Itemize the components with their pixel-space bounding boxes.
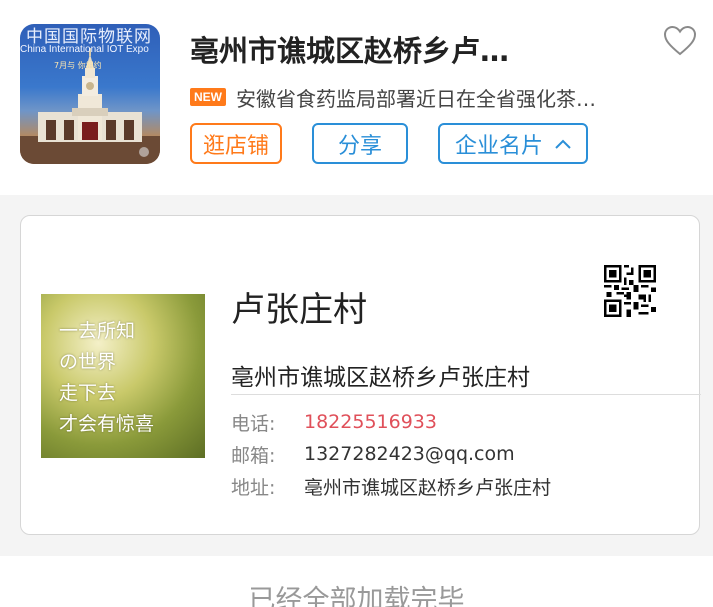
avatar-text-line: の世界 [59, 351, 117, 373]
share-label: 分享 [337, 133, 382, 159]
address-label: 地址: [231, 476, 276, 499]
email-row: 邮箱: 1327282423@qq.com [231, 441, 515, 467]
news-ticker[interactable]: NEW 安徽省食药监局部署近日在全省强化茶… [190, 84, 640, 111]
business-card: 一去所知 の世界 走下去 才会有惊喜 卢张庄村 亳州市谯城区赵桥乡卢张庄村 电话… [20, 215, 701, 535]
card-address-title: 亳州市谯城区赵桥乡卢张庄村 [231, 365, 530, 391]
email-label: 邮箱: [231, 444, 276, 467]
address-value: 亳州市谯城区赵桥乡卢张庄村 [304, 476, 552, 499]
logo-subtitle: China International IOT Expo [20, 44, 149, 55]
visit-shop-button[interactable]: 逛店铺 [190, 123, 282, 164]
card-divider [231, 394, 701, 395]
load-complete-status: 已经全部加载完毕 [248, 585, 465, 607]
avatar-text-line: 才会有惊喜 [59, 413, 155, 435]
phone-label: 电话: [231, 412, 276, 435]
news-text: 安徽省食药监局部署近日在全省强化茶… [236, 86, 596, 111]
qr-code-icon[interactable] [604, 265, 656, 317]
shop-header: 中国国际物联网 China International IOT Expo 7月与… [0, 0, 713, 195]
address-row: 地址: 亳州市谯城区赵桥乡卢张庄村 [231, 473, 551, 499]
phone-link[interactable]: 18225516933 [304, 411, 437, 433]
card-name: 卢张庄村 [231, 290, 367, 330]
phone-row: 电话: 18225516933 [231, 409, 437, 435]
business-card-label: 企业名片 [454, 133, 543, 159]
heart-outline-icon[interactable] [663, 24, 697, 58]
email-value: 1327282423@qq.com [304, 443, 515, 465]
avatar-text-line: 走下去 [59, 382, 117, 404]
logo-date: 7月与 你相约 [54, 61, 102, 70]
share-button[interactable]: 分享 [312, 123, 408, 164]
new-badge: NEW [190, 88, 226, 106]
shop-logo[interactable]: 中国国际物联网 China International IOT Expo 7月与… [20, 24, 160, 164]
avatar-text-line: 一去所知 [59, 320, 136, 342]
card-avatar-image: 一去所知 の世界 走下去 才会有惊喜 [41, 294, 205, 458]
visit-shop-label: 逛店铺 [202, 133, 269, 159]
shop-title: 亳州市谯城区赵桥乡卢… [190, 34, 510, 68]
chevron-up-icon [555, 139, 571, 149]
business-card-toggle-button[interactable]: 企业名片 [438, 123, 588, 164]
